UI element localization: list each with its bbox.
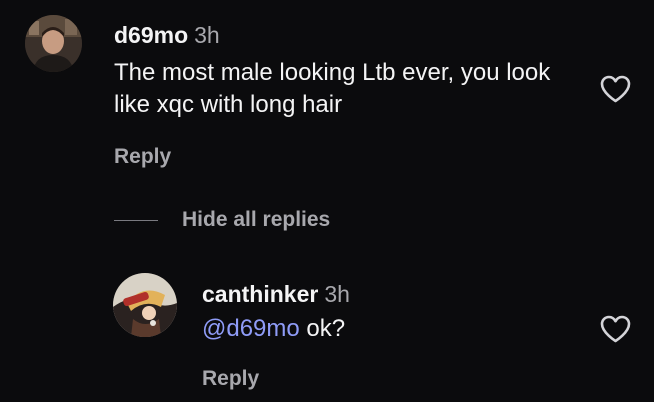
comment-author[interactable]: d69mo 3h [114,22,220,49]
hide-replies-button[interactable]: Hide all replies [182,208,330,232]
reply-text: @d69mo ok? [202,313,582,345]
like-button[interactable] [599,314,632,349]
user-mention-link[interactable]: @d69mo [202,315,300,342]
reply-button[interactable]: Reply [114,145,171,169]
timestamp: 3h [324,281,350,307]
username[interactable]: canthinker [202,281,318,307]
avatar[interactable] [25,15,82,72]
user-avatar-image [113,273,177,337]
reply-author[interactable]: canthinker 3h [202,281,350,308]
reply-button[interactable]: Reply [202,367,259,391]
username[interactable]: d69mo [114,22,188,48]
avatar[interactable] [113,273,177,337]
user-avatar-image [25,15,82,72]
like-button[interactable] [599,74,632,109]
heart-outline-icon [600,75,631,103]
reply-body: ok? [299,315,346,342]
hide-replies-row: Hide all replies [114,208,330,232]
comment-text: The most male looking Ltb ever, you look… [114,59,551,118]
heart-outline-icon [600,315,631,343]
timestamp: 3h [194,22,220,48]
divider-line [114,219,158,221]
